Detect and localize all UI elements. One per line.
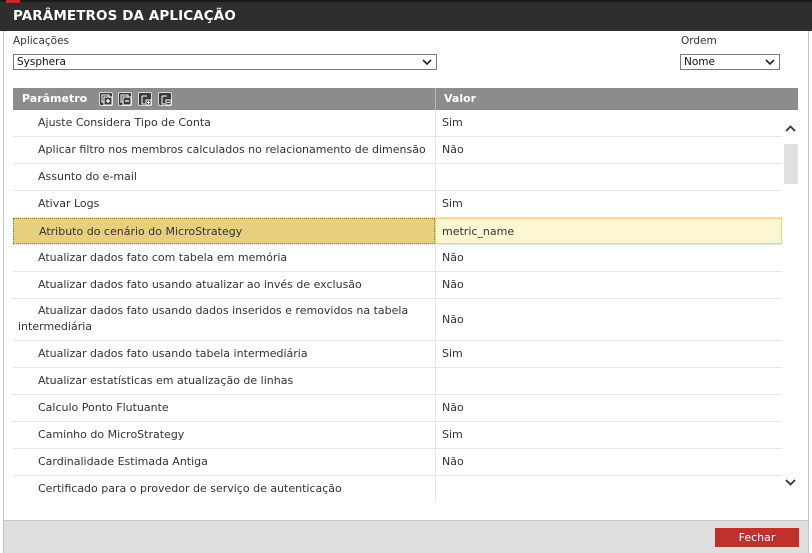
table-row-selected[interactable]: Atributo do cenário do MicroStrategy met…	[13, 218, 782, 245]
table-row[interactable]: Cardinalidade Estimada Antiga Não	[13, 449, 782, 476]
grid-rows: Ajuste Considera Tipo de Conta Sim Aplic…	[13, 110, 782, 502]
table-row[interactable]: Aplicar filtro nos membros calculados no…	[13, 137, 782, 164]
column-header-parameter[interactable]: Parâmetro	[22, 92, 87, 105]
close-button[interactable]: Fechar	[715, 528, 799, 547]
value-cell[interactable]: Não	[435, 395, 782, 421]
value-cell[interactable]: Sim	[435, 110, 782, 136]
parameter-cell: Ajuste Considera Tipo de Conta	[38, 116, 211, 129]
scrollbar-thumb[interactable]	[784, 144, 798, 184]
scroll-up-icon[interactable]	[783, 122, 798, 136]
title-bar: PARÂMETROS DA APLICAÇÃO	[0, 0, 812, 31]
chevron-down-icon	[765, 59, 775, 66]
value-cell[interactable]: Sim	[435, 341, 782, 367]
table-row[interactable]: Atualizar dados fato com tabela em memór…	[13, 245, 782, 272]
parameter-cell: Cardinalidade Estimada Antiga	[38, 455, 208, 468]
remove-node-icon[interactable]	[158, 92, 172, 106]
table-row[interactable]: Calculo Ponto Flutuante Não	[13, 395, 782, 422]
value-cell[interactable]: metric_name	[435, 218, 782, 244]
scroll-down-icon[interactable]	[783, 475, 798, 489]
table-row[interactable]: Atualizar dados fato usando dados inseri…	[13, 299, 782, 341]
parameter-cell: Atualizar dados fato usando atualizar ao…	[38, 278, 362, 291]
table-row[interactable]: Atualizar dados fato usando atualizar ao…	[13, 272, 782, 299]
parameter-cell: Atualizar dados fato usando dados inseri…	[18, 304, 409, 333]
value-cell[interactable]: Sim	[435, 422, 782, 448]
accent-notch	[6, 0, 20, 3]
add-node-icon[interactable]	[138, 92, 152, 106]
table-row[interactable]: Atualizar dados fato usando tabela inter…	[13, 341, 782, 368]
parameters-grid: Parâmetro Valor Ajuste Considera Tipo de…	[13, 88, 798, 502]
column-separator[interactable]	[435, 88, 436, 110]
parameter-cell: Aplicar filtro nos membros calculados no…	[38, 143, 426, 156]
parameter-cell: Atributo do cenário do MicroStrategy	[13, 218, 435, 244]
grid-header: Parâmetro Valor	[13, 88, 798, 110]
parameter-cell: Calculo Ponto Flutuante	[38, 401, 169, 414]
vertical-scrollbar[interactable]	[783, 110, 798, 502]
chevron-down-icon	[422, 59, 432, 66]
parameter-cell: Certificado para o provedor de serviço d…	[38, 482, 342, 495]
table-row[interactable]: Ajuste Considera Tipo de Conta Sim	[13, 110, 782, 137]
table-row[interactable]: Atualizar estatísticas em atualização de…	[13, 368, 782, 395]
table-row[interactable]: Caminho do MicroStrategy Sim	[13, 422, 782, 449]
expand-all-icon[interactable]	[99, 92, 113, 106]
value-cell[interactable]: Não	[435, 245, 782, 271]
order-select-value: Nome	[684, 56, 715, 68]
table-row[interactable]: Certificado para o provedor de serviço d…	[13, 476, 782, 502]
value-cell[interactable]: Não	[435, 299, 782, 340]
applications-select-value: Sysphera	[17, 56, 66, 68]
collapse-all-icon[interactable]	[118, 92, 132, 106]
applications-label: Aplicações	[13, 35, 70, 47]
value-cell[interactable]: Sim	[435, 191, 782, 217]
parameter-cell: Ativar Logs	[38, 197, 100, 210]
parameter-cell: Atualizar estatísticas em atualização de…	[38, 374, 294, 387]
value-cell[interactable]	[435, 368, 782, 394]
page-title: PARÂMETROS DA APLICAÇÃO	[13, 8, 236, 24]
table-row[interactable]: Assunto do e-mail	[13, 164, 782, 191]
value-cell[interactable]: Não	[435, 272, 782, 298]
parameter-cell: Atualizar dados fato usando tabela inter…	[38, 347, 308, 360]
parameter-cell: Caminho do MicroStrategy	[38, 428, 185, 441]
dialog-footer: Fechar	[3, 521, 809, 553]
table-row[interactable]: Ativar Logs Sim	[13, 191, 782, 218]
parameter-cell: Assunto do e-mail	[38, 170, 137, 183]
value-cell[interactable]: Não	[435, 449, 782, 475]
value-cell[interactable]: Não	[435, 137, 782, 163]
parameter-cell: Atualizar dados fato com tabela em memór…	[38, 251, 288, 264]
column-header-value[interactable]: Valor	[444, 92, 476, 105]
value-cell[interactable]	[435, 476, 782, 502]
applications-select[interactable]: Sysphera	[13, 54, 437, 70]
order-label: Ordem	[681, 35, 717, 47]
order-select[interactable]: Nome	[680, 54, 780, 70]
value-cell[interactable]	[435, 164, 782, 190]
